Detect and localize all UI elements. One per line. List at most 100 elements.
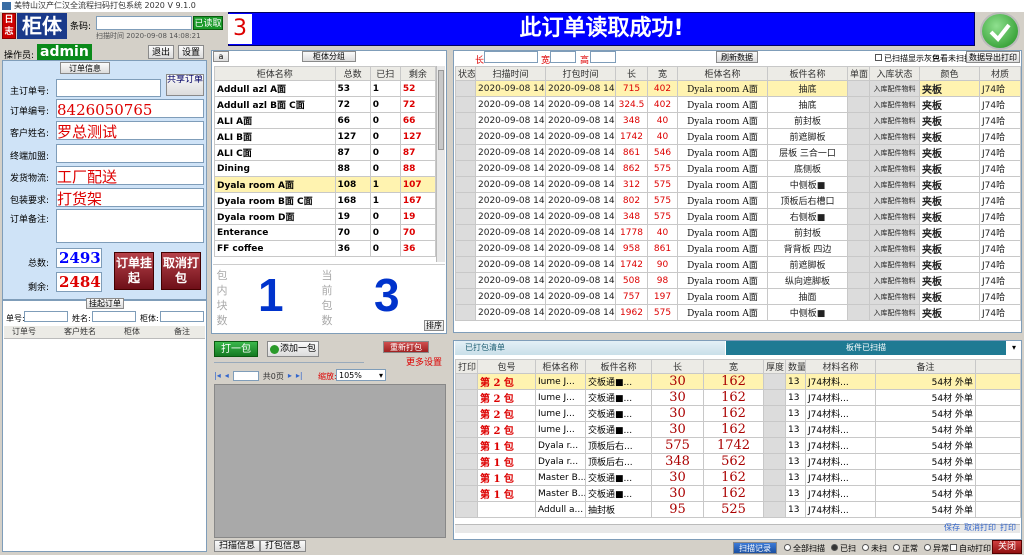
order-number-field[interactable]: 8426050765 [56,99,204,119]
cabinet-row[interactable]: Addull azl B面 C面 72 0 72 [214,96,437,113]
cabinet-row[interactable]: Dyala room A面 108 1 107 [214,176,437,193]
parts-col-header[interactable]: 板件名称 [767,66,848,81]
packed-col-header[interactable]: 长 [651,359,704,374]
parts-row[interactable]: 2020-09-08 14:08:22020-09-08 14:05:31742… [455,128,1021,145]
cabinet-row[interactable]: Addull azl A面 53 1 52 [214,80,437,97]
shared-order-button[interactable]: 共享订单 [166,74,204,96]
auto-print-checkbox[interactable]: 自动打印 [950,543,991,554]
tab-order-info[interactable]: 订单信息 [60,62,110,74]
barcode-read-button[interactable]: 已读取 [193,16,223,30]
cabinet-row[interactable]: Enterance 70 0 70 [214,224,437,241]
packed-col-header[interactable]: 备注 [875,359,976,374]
scan-record-button[interactable]: 扫描记录 [733,542,777,554]
log-button[interactable]: 日志 [2,13,16,39]
parts-row[interactable]: 2020-09-08 14:08:22020-09-08 14:05:38615… [455,144,1021,161]
single-side-button[interactable] [847,112,870,129]
filter-cabinet-input[interactable] [160,311,204,322]
settings-button[interactable]: 设置 [178,45,204,59]
row-status-button[interactable] [455,240,476,257]
single-side-button[interactable] [847,192,870,209]
filter-width-input[interactable] [550,51,576,63]
packed-thick-button[interactable] [763,437,786,454]
packed-thick-button[interactable] [763,453,786,470]
page-input[interactable] [232,371,259,381]
print-row-button[interactable] [455,405,478,422]
last-page-icon[interactable]: ▸| [296,371,303,382]
scan-filter-radio[interactable]: 已扫 [831,543,856,554]
parts-row[interactable]: 2020-09-08 14:08:22020-09-08 14:05:37571… [455,288,1021,305]
packed-col-header[interactable]: 数量 [785,359,806,374]
row-status-button[interactable] [455,128,476,145]
filter-name-input[interactable] [92,311,136,322]
parts-col-header[interactable]: 宽 [647,66,678,81]
more-settings-link[interactable]: 更多设置 [406,355,442,368]
packed-col-header[interactable]: 厚度 [763,359,786,374]
parts-col-header[interactable]: 长 [615,66,648,81]
cabinet-list-scrollbar[interactable] [436,66,445,262]
sort-button[interactable]: 排序 [424,320,444,331]
single-side-button[interactable] [847,288,870,305]
stock-status-button[interactable]: 入库配件物料 [869,192,920,209]
row-status-button[interactable] [455,192,476,209]
packed-thick-button[interactable] [763,421,786,438]
close-button[interactable]: 关闭 [992,540,1022,554]
packed-row[interactable]: 第 2 包 Iume J... 交板通■... 30 162 13 J74材料... 54材 … [455,405,1021,422]
parts-row[interactable]: 2020-09-08 14:08:22020-09-08 14:05:37154… [455,80,1021,97]
parts-col-header[interactable]: 材质 [979,66,1021,81]
stock-status-button[interactable]: 入库配件物料 [869,208,920,225]
row-status-button[interactable] [455,224,476,241]
scan-filter-radio[interactable]: 未扫 [862,543,887,554]
packed-thick-button[interactable] [763,373,786,390]
single-side-button[interactable] [847,80,870,97]
cancel-pack-button[interactable]: 取消打包 [161,252,201,290]
parts-row[interactable]: 2020-09-08 14:08:22020-09-08 14:05:39588… [455,240,1021,257]
stock-status-button[interactable]: 入库配件物料 [869,288,920,305]
pack-one-button[interactable]: 打一包 [214,341,258,357]
tab-side-a[interactable]: a [213,51,229,62]
suspend-order-button[interactable]: 订单挂起 [114,252,154,290]
row-status-button[interactable] [455,80,476,97]
packed-row[interactable]: 第 2 包 Iume J... 交板通■... 30 162 13 J74材料... 54材 … [455,421,1021,438]
stock-status-button[interactable]: 入库配件物料 [869,224,920,241]
single-side-button[interactable] [847,272,870,289]
single-side-button[interactable] [847,176,870,193]
row-status-button[interactable] [455,176,476,193]
prev-page-icon[interactable]: ◂ [225,371,229,382]
cabinet-scroll-thumb[interactable] [438,70,444,150]
print-row-button[interactable] [455,437,478,454]
cabinet-row[interactable]: ALI A面 66 0 66 [214,112,437,129]
cancel-print-link[interactable]: 取消打印 [964,522,996,533]
stock-status-button[interactable]: 入库配件物料 [869,96,920,113]
tab-pack-info[interactable]: 打包信息 [260,540,306,552]
packed-col-header[interactable]: 板件名称 [585,359,652,374]
filter-length-input[interactable] [484,51,538,63]
packed-row[interactable]: 第 1 包 Dyala r... 顶板后右... 575 1742 13 J74材料... 5… [455,437,1021,454]
cabinet-row[interactable]: Dyala room B面 C面 168 1 167 [214,192,437,209]
save-link[interactable]: 保存 [944,522,960,533]
row-status-button[interactable] [455,256,476,273]
tab-cabinet-group[interactable]: 柜体分组 [302,51,356,62]
main-order-input[interactable] [56,79,161,97]
parts-col-header[interactable]: 入库状态 [869,66,920,81]
next-page-icon[interactable]: ▸ [288,371,292,382]
parts-col-header[interactable]: 状态 [455,66,476,81]
stock-status-button[interactable]: 入库配件物料 [869,272,920,289]
customer-name-field[interactable]: 罗总测试 [56,121,204,141]
single-side-button[interactable] [847,240,870,257]
print-row-button[interactable] [455,373,478,390]
repack-print-button[interactable]: 重新打包 [383,341,429,353]
packed-col-header[interactable]: 柜体名称 [535,359,586,374]
packed-col-header[interactable]: 打印 [455,359,478,374]
row-status-button[interactable] [455,288,476,305]
stock-status-button[interactable]: 入库配件物料 [869,160,920,177]
row-status-button[interactable] [455,304,476,321]
stock-status-button[interactable]: 入库配件物料 [869,240,920,257]
single-side-button[interactable] [847,160,870,177]
tab-suspended[interactable]: 挂起订单 [86,298,124,309]
parts-row[interactable]: 2020-09-08 14:08:22020-09-08 14:05:33484… [455,112,1021,129]
cabinet-row[interactable]: Dining 88 0 88 [214,160,437,177]
parts-col-header[interactable]: 柜体名称 [677,66,768,81]
packed-thick-button[interactable] [763,485,786,502]
stock-status-button[interactable]: 入库配件物料 [869,176,920,193]
tab-scan-info[interactable]: 扫描信息 [214,540,260,552]
